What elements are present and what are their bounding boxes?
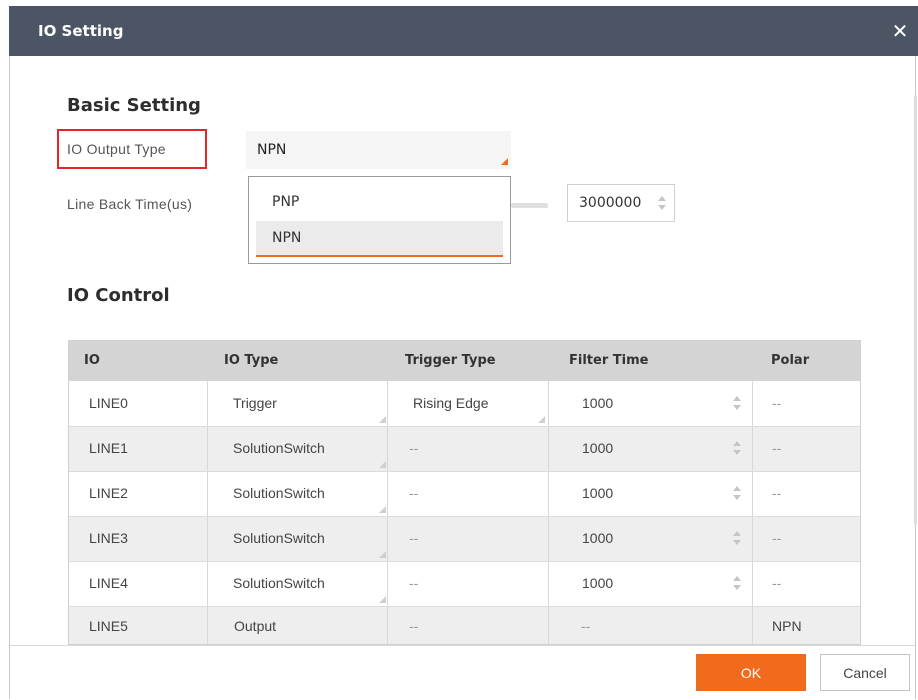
dropdown-corner-icon <box>538 416 545 423</box>
dropdown-corner-icon <box>501 158 508 165</box>
io-cell: LINE5 <box>89 618 128 634</box>
dropdown-corner-icon <box>379 461 386 468</box>
io-type-value: Trigger <box>233 395 277 411</box>
dialog-footer: OK Cancel <box>10 645 915 700</box>
table-row: LINE3 SolutionSwitch -- 1000 -- <box>69 516 860 561</box>
filter-time-input[interactable]: 1000 <box>550 561 750 606</box>
io-cell: LINE4 <box>89 575 128 591</box>
filter-time-value: 1000 <box>582 530 614 546</box>
polar-cell: NPN <box>772 618 802 634</box>
dropdown-option-npn[interactable]: NPN <box>256 221 503 257</box>
row-divider <box>69 426 860 427</box>
spinner-arrows-icon[interactable] <box>733 396 741 410</box>
column-header-filter-time: Filter Time <box>569 353 649 368</box>
table-header: IO IO Type Trigger Type Filter Time Pola… <box>69 341 860 381</box>
io-type-select[interactable]: Trigger <box>219 381 387 426</box>
filter-time-input[interactable]: 1000 <box>550 426 750 471</box>
dropdown-corner-icon <box>379 596 386 603</box>
io-type-value: SolutionSwitch <box>233 530 325 546</box>
polar-cell: -- <box>772 395 782 411</box>
filter-time-cell: -- <box>581 618 591 634</box>
row-divider <box>69 516 860 517</box>
table-row: LINE5 Output -- -- NPN <box>69 606 860 644</box>
dropdown-corner-icon <box>379 416 386 423</box>
dropdown-option-pnp[interactable]: PNP <box>256 185 503 221</box>
option-label: NPN <box>272 230 302 246</box>
line-back-time-value: 3000000 <box>579 195 642 211</box>
spinner-arrows-icon[interactable] <box>658 196 666 210</box>
table-row: LINE1 SolutionSwitch -- 1000 -- <box>69 426 860 471</box>
close-icon[interactable]: ✕ <box>888 19 912 43</box>
column-header-trigger-type: Trigger Type <box>405 353 496 368</box>
io-cell: LINE1 <box>89 440 128 456</box>
line-back-time-label: Line Back Time(us) <box>67 196 193 212</box>
io-output-type-label: IO Output Type <box>67 141 166 157</box>
ok-button[interactable]: OK <box>696 654 806 691</box>
io-cell: LINE3 <box>89 530 128 546</box>
trigger-type-cell: -- <box>409 618 419 634</box>
row-divider <box>69 606 860 607</box>
vertical-scrollbar[interactable] <box>914 95 917 525</box>
line-back-time-input[interactable]: 3000000 <box>567 184 675 222</box>
column-header-polar: Polar <box>771 353 810 368</box>
cancel-button[interactable]: Cancel <box>820 654 910 691</box>
io-control-table: IO IO Type Trigger Type Filter Time Pola… <box>68 340 861 645</box>
table-row: LINE2 SolutionSwitch -- 1000 -- <box>69 471 860 516</box>
io-type-select[interactable]: SolutionSwitch <box>219 426 387 471</box>
filter-time-input[interactable]: 1000 <box>550 471 750 516</box>
filter-time-value: 1000 <box>582 485 614 501</box>
column-header-io: IO <box>84 353 100 368</box>
io-type-value: SolutionSwitch <box>233 575 325 591</box>
row-divider <box>69 471 860 472</box>
polar-cell: -- <box>772 575 782 591</box>
line-back-time-slider[interactable] <box>511 203 548 208</box>
io-type-select[interactable]: SolutionSwitch <box>219 516 387 561</box>
filter-time-value: 1000 <box>582 395 614 411</box>
filter-time-value: 1000 <box>582 440 614 456</box>
dialog-title: IO Setting <box>38 22 124 40</box>
io-type-value: SolutionSwitch <box>233 485 325 501</box>
spinner-arrows-icon[interactable] <box>733 486 741 500</box>
io-output-type-dropdown: PNP NPN <box>248 176 511 264</box>
io-control-heading: IO Control <box>67 285 170 306</box>
spinner-arrows-icon[interactable] <box>733 576 741 590</box>
filter-time-value: 1000 <box>582 575 614 591</box>
table-row: LINE0 Trigger Rising Edge 1000 -- <box>69 381 860 426</box>
spinner-arrows-icon[interactable] <box>733 441 741 455</box>
dropdown-corner-icon <box>379 551 386 558</box>
trigger-type-cell: -- <box>409 440 419 456</box>
io-output-type-value: NPN <box>257 142 287 158</box>
trigger-type-value: Rising Edge <box>413 395 489 411</box>
io-output-type-select[interactable]: NPN <box>246 131 511 169</box>
io-cell: LINE0 <box>89 395 128 411</box>
io-cell: LINE2 <box>89 485 128 501</box>
filter-time-input[interactable]: 1000 <box>550 381 750 426</box>
dropdown-corner-icon <box>379 506 386 513</box>
trigger-type-select[interactable]: Rising Edge <box>389 381 547 426</box>
table-row: LINE4 SolutionSwitch -- 1000 -- <box>69 561 860 606</box>
row-divider <box>69 561 860 562</box>
polar-cell: -- <box>772 485 782 501</box>
trigger-type-cell: -- <box>409 575 419 591</box>
io-type-select[interactable]: SolutionSwitch <box>219 561 387 606</box>
io-type-select[interactable]: SolutionSwitch <box>219 471 387 516</box>
basic-setting-heading: Basic Setting <box>67 95 201 116</box>
option-label: PNP <box>272 194 300 210</box>
io-type-cell: Output <box>234 618 277 634</box>
trigger-type-cell: -- <box>409 530 419 546</box>
filter-time-input[interactable]: 1000 <box>550 516 750 561</box>
io-type-value: SolutionSwitch <box>233 440 325 456</box>
dialog-title-bar: IO Setting ✕ <box>9 6 918 56</box>
polar-cell: -- <box>772 530 782 546</box>
polar-cell: -- <box>772 440 782 456</box>
spinner-arrows-icon[interactable] <box>733 531 741 545</box>
column-header-io-type: IO Type <box>224 353 279 368</box>
trigger-type-cell: -- <box>409 485 419 501</box>
